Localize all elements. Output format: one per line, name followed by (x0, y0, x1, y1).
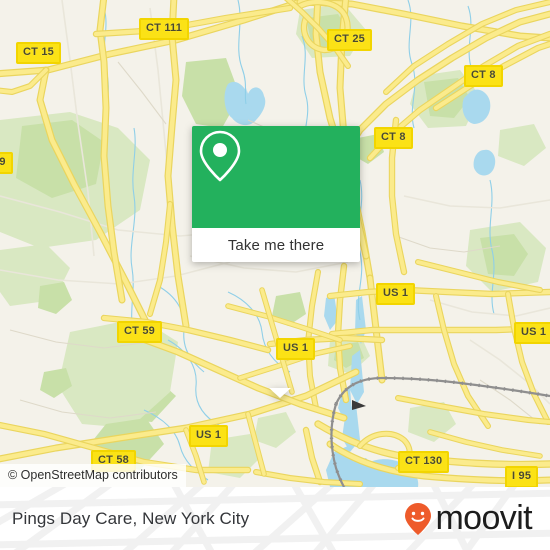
take-me-there-popup[interactable]: Take me there (192, 126, 360, 398)
road-shield: CT 15 (16, 42, 61, 64)
road-shield: US 1 (376, 283, 416, 305)
page-title: Pings Day Care, New York City (12, 508, 250, 528)
road-shield: CT 8 (374, 127, 413, 149)
road-shield: CT 8 (464, 65, 503, 87)
road-shield: US 1 (514, 322, 550, 344)
road-shield: CT 130 (398, 451, 450, 473)
road-shield: US 1 (189, 425, 229, 447)
map-canvas[interactable]: .pk{fill:#c8e0a8} .pk2{fill:#d9e8c2} .wt… (0, 0, 550, 487)
popup-pointer (269, 388, 291, 398)
moovit-logo[interactable]: moovit (403, 487, 533, 550)
popup-header (192, 126, 360, 228)
footer-bar: Pings Day Care, New York City moovit (0, 487, 550, 550)
road-shield: CT 25 (327, 29, 372, 51)
moovit-wordmark: moovit (435, 498, 532, 537)
moovit-map-screenshot: .pk{fill:#c8e0a8} .pk2{fill:#d9e8c2} .wt… (0, 0, 550, 550)
popup-action[interactable]: Take me there (192, 228, 360, 262)
map-attribution[interactable]: © OpenStreetMap contributors (0, 463, 186, 487)
location-pin-icon (199, 130, 304, 207)
road-shield: US 1 (276, 338, 316, 360)
popup-action-label: Take me there (227, 236, 325, 254)
road-shield: 59 (0, 152, 13, 174)
road-shield: I 95 (505, 466, 539, 487)
road-shield: CT 111 (139, 18, 190, 40)
road-shield: CT 59 (117, 321, 162, 343)
moovit-pin-icon (403, 502, 433, 536)
